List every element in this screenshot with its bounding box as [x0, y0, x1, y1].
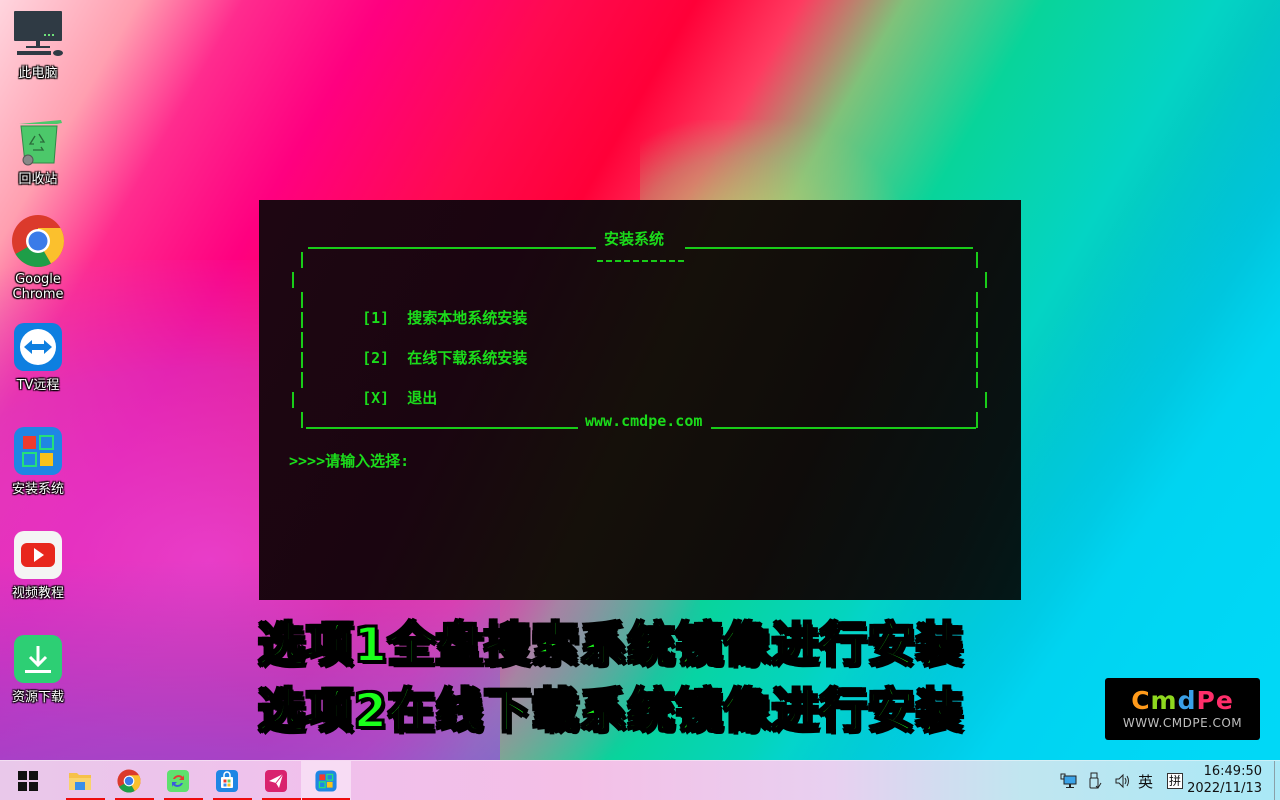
paper-plane-icon: [265, 770, 287, 792]
desktop-icon-label: 回收站: [18, 172, 58, 187]
box-left-border: [301, 412, 303, 428]
box-right-border: [976, 332, 978, 348]
box-bottom-border-right: [711, 427, 976, 429]
box-left-border: [301, 372, 303, 388]
caption-line-2: 选项2在线下载系统镜像进行安装: [257, 683, 964, 740]
taskbar-clock[interactable]: 16:49:50 2022/11/13: [1187, 763, 1262, 797]
watermark-logo-text: CmdPe: [1131, 688, 1234, 714]
start-button[interactable]: [3, 761, 53, 800]
logo-letter: e: [1215, 686, 1234, 715]
taskbar: 英 拼 16:49:50 2022/11/13: [0, 760, 1280, 800]
volume-icon[interactable]: [1114, 772, 1132, 790]
option-label: 搜索本地系统安装: [407, 309, 528, 327]
logo-letter: m: [1150, 686, 1178, 715]
box-left-border: [301, 332, 303, 348]
store-icon: [216, 770, 238, 792]
usb-icon[interactable]: [1088, 772, 1104, 790]
network-icon[interactable]: [1060, 772, 1078, 790]
box-right-border: [985, 392, 987, 408]
taskbar-app-paper-plane[interactable]: [251, 761, 301, 800]
sync-icon: [167, 770, 189, 792]
logo-letter: P: [1196, 686, 1216, 715]
console-input-prompt[interactable]: >>>>请输入选择:: [289, 452, 409, 470]
teamviewer-icon: [11, 320, 65, 374]
desktop-icon-this-pc[interactable]: 此电脑: [0, 8, 76, 81]
clock-date: 2022/11/13: [1187, 781, 1262, 796]
ime-language-indicator[interactable]: 英: [1138, 771, 1153, 792]
install-system-icon: [11, 424, 65, 478]
desktop-icon-label: TV远程: [16, 378, 60, 393]
caption-line-1: 选项1全盘搜索系统镜像进行安装: [257, 617, 964, 674]
box-left-border: [301, 312, 303, 328]
box-left-border: [301, 352, 303, 368]
taskbar-app-install-system[interactable]: [301, 761, 351, 800]
taskbar-app-chrome[interactable]: [104, 761, 154, 800]
box-left-border: [292, 392, 294, 408]
option-label: 退出: [407, 389, 438, 407]
box-right-border: [976, 252, 978, 268]
desktop-icon-label: 此电脑: [18, 66, 58, 81]
download-icon: [11, 632, 65, 686]
option-key: [1]: [362, 309, 390, 327]
option-key: [2]: [362, 349, 390, 367]
chrome-icon: [11, 214, 65, 268]
desktop-icon-video-tutorial[interactable]: 视频教程: [0, 528, 76, 601]
option-label: 在线下载系统安装: [407, 349, 528, 367]
system-tray: 英 拼: [1060, 761, 1184, 800]
box-left-border: [301, 292, 303, 308]
watermark-url: WWW.CMDPE.COM: [1122, 716, 1243, 730]
box-bottom-border-left: [306, 427, 578, 429]
clock-time: 16:49:50: [1203, 764, 1262, 779]
cmdpe-watermark-logo: CmdPe WWW.CMDPE.COM: [1105, 678, 1260, 740]
box-left-border: [292, 272, 294, 288]
desktop-icon-resource-download[interactable]: 资源下载: [0, 632, 76, 705]
desktop-icon-label: 安装系统: [11, 482, 64, 497]
taskbar-app-store[interactable]: [202, 761, 252, 800]
box-top-border-right: [685, 247, 973, 249]
logo-letter: C: [1131, 686, 1151, 715]
folder-icon: [69, 773, 91, 790]
logo-letter: d: [1177, 686, 1197, 715]
console-window[interactable]: 安装系统 [1] 搜索本地系统安装 [2] 在线下载系统安装 [X] 退出 ww…: [259, 200, 1021, 600]
box-right-border: [976, 352, 978, 368]
console-title-underline: [597, 260, 684, 262]
taskbar-app-sync-tool[interactable]: [153, 761, 203, 800]
box-right-border: [985, 272, 987, 288]
chrome-icon: [117, 769, 141, 793]
box-left-border: [301, 252, 303, 268]
console-footer-url: www.cmdpe.com: [585, 412, 703, 430]
video-play-icon: [11, 528, 65, 582]
desktop-icon-label: 资源下载: [11, 690, 64, 705]
desktop-icon-google-chrome[interactable]: Google Chrome: [0, 214, 76, 302]
box-right-border: [976, 412, 978, 428]
box-top-border-left: [308, 247, 596, 249]
option-key: [X]: [362, 389, 390, 407]
box-right-border: [976, 292, 978, 308]
box-right-border: [976, 312, 978, 328]
desktop-icon-recycle-bin[interactable]: 回收站: [0, 114, 76, 187]
menu-option-exit[interactable]: [X] 退出: [326, 371, 437, 425]
computer-monitor-icon: [11, 8, 65, 62]
taskbar-app-file-explorer[interactable]: [55, 761, 105, 800]
start-icon: [18, 771, 38, 791]
desktop-icon-label: Google Chrome: [12, 272, 64, 302]
recycle-bin-icon: [11, 114, 65, 168]
desktop-icon-install-system[interactable]: 安装系统: [0, 424, 76, 497]
desktop-icon-label: 视频教程: [11, 586, 64, 601]
desktop-icon-tv-remote[interactable]: TV远程: [0, 320, 76, 393]
show-desktop-button[interactable]: [1274, 761, 1280, 800]
console-title: 安装系统: [604, 230, 665, 248]
ime-mode-indicator[interactable]: 拼: [1167, 773, 1184, 789]
box-right-border: [976, 372, 978, 388]
install-system-icon: [315, 770, 337, 792]
